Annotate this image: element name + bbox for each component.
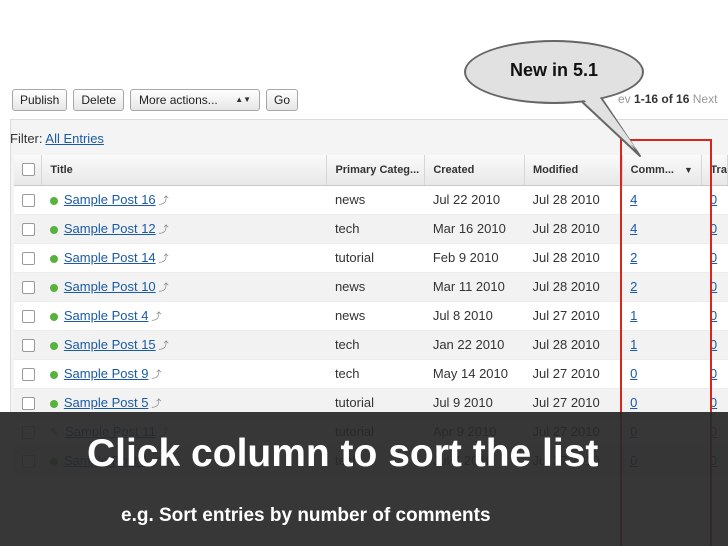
caption-title: Click column to sort the list [87,432,599,475]
callout-text: New in 5.1 [509,60,599,80]
caption-subtitle: e.g. Sort entries by number of comments [121,505,491,526]
